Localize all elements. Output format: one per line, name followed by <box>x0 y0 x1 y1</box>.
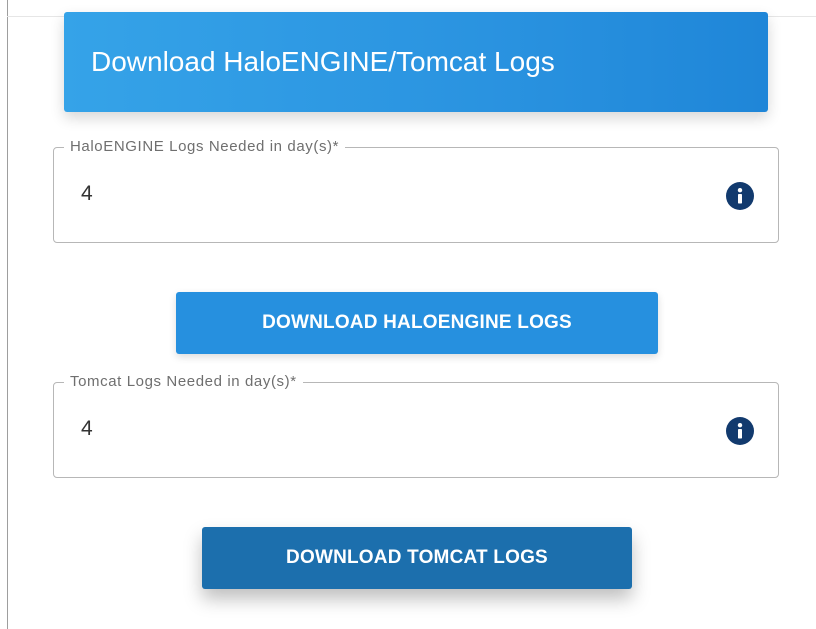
download-tomcat-logs-button[interactable]: DOWNLOAD TOMCAT LOGS <box>202 527 632 589</box>
card-header: Download HaloENGINE/Tomcat Logs <box>64 12 768 112</box>
tomcat-logs-days-label: Tomcat Logs Needed in day(s)* <box>64 373 303 391</box>
haloengine-logs-days-input[interactable]: 4 <box>81 182 93 206</box>
haloengine-logs-days-field[interactable]: HaloENGINE Logs Needed in day(s)* 4 <box>53 138 779 243</box>
info-icon[interactable] <box>726 417 754 445</box>
download-haloengine-logs-button[interactable]: DOWNLOAD HALOENGINE LOGS <box>176 292 658 354</box>
tomcat-logs-days-input[interactable]: 4 <box>81 417 93 441</box>
info-icon[interactable] <box>726 182 754 210</box>
page-title: Download HaloENGINE/Tomcat Logs <box>91 46 555 77</box>
tomcat-logs-days-field[interactable]: Tomcat Logs Needed in day(s)* 4 <box>53 373 779 478</box>
panel-left-border <box>7 0 8 629</box>
haloengine-logs-days-label: HaloENGINE Logs Needed in day(s)* <box>64 138 346 156</box>
